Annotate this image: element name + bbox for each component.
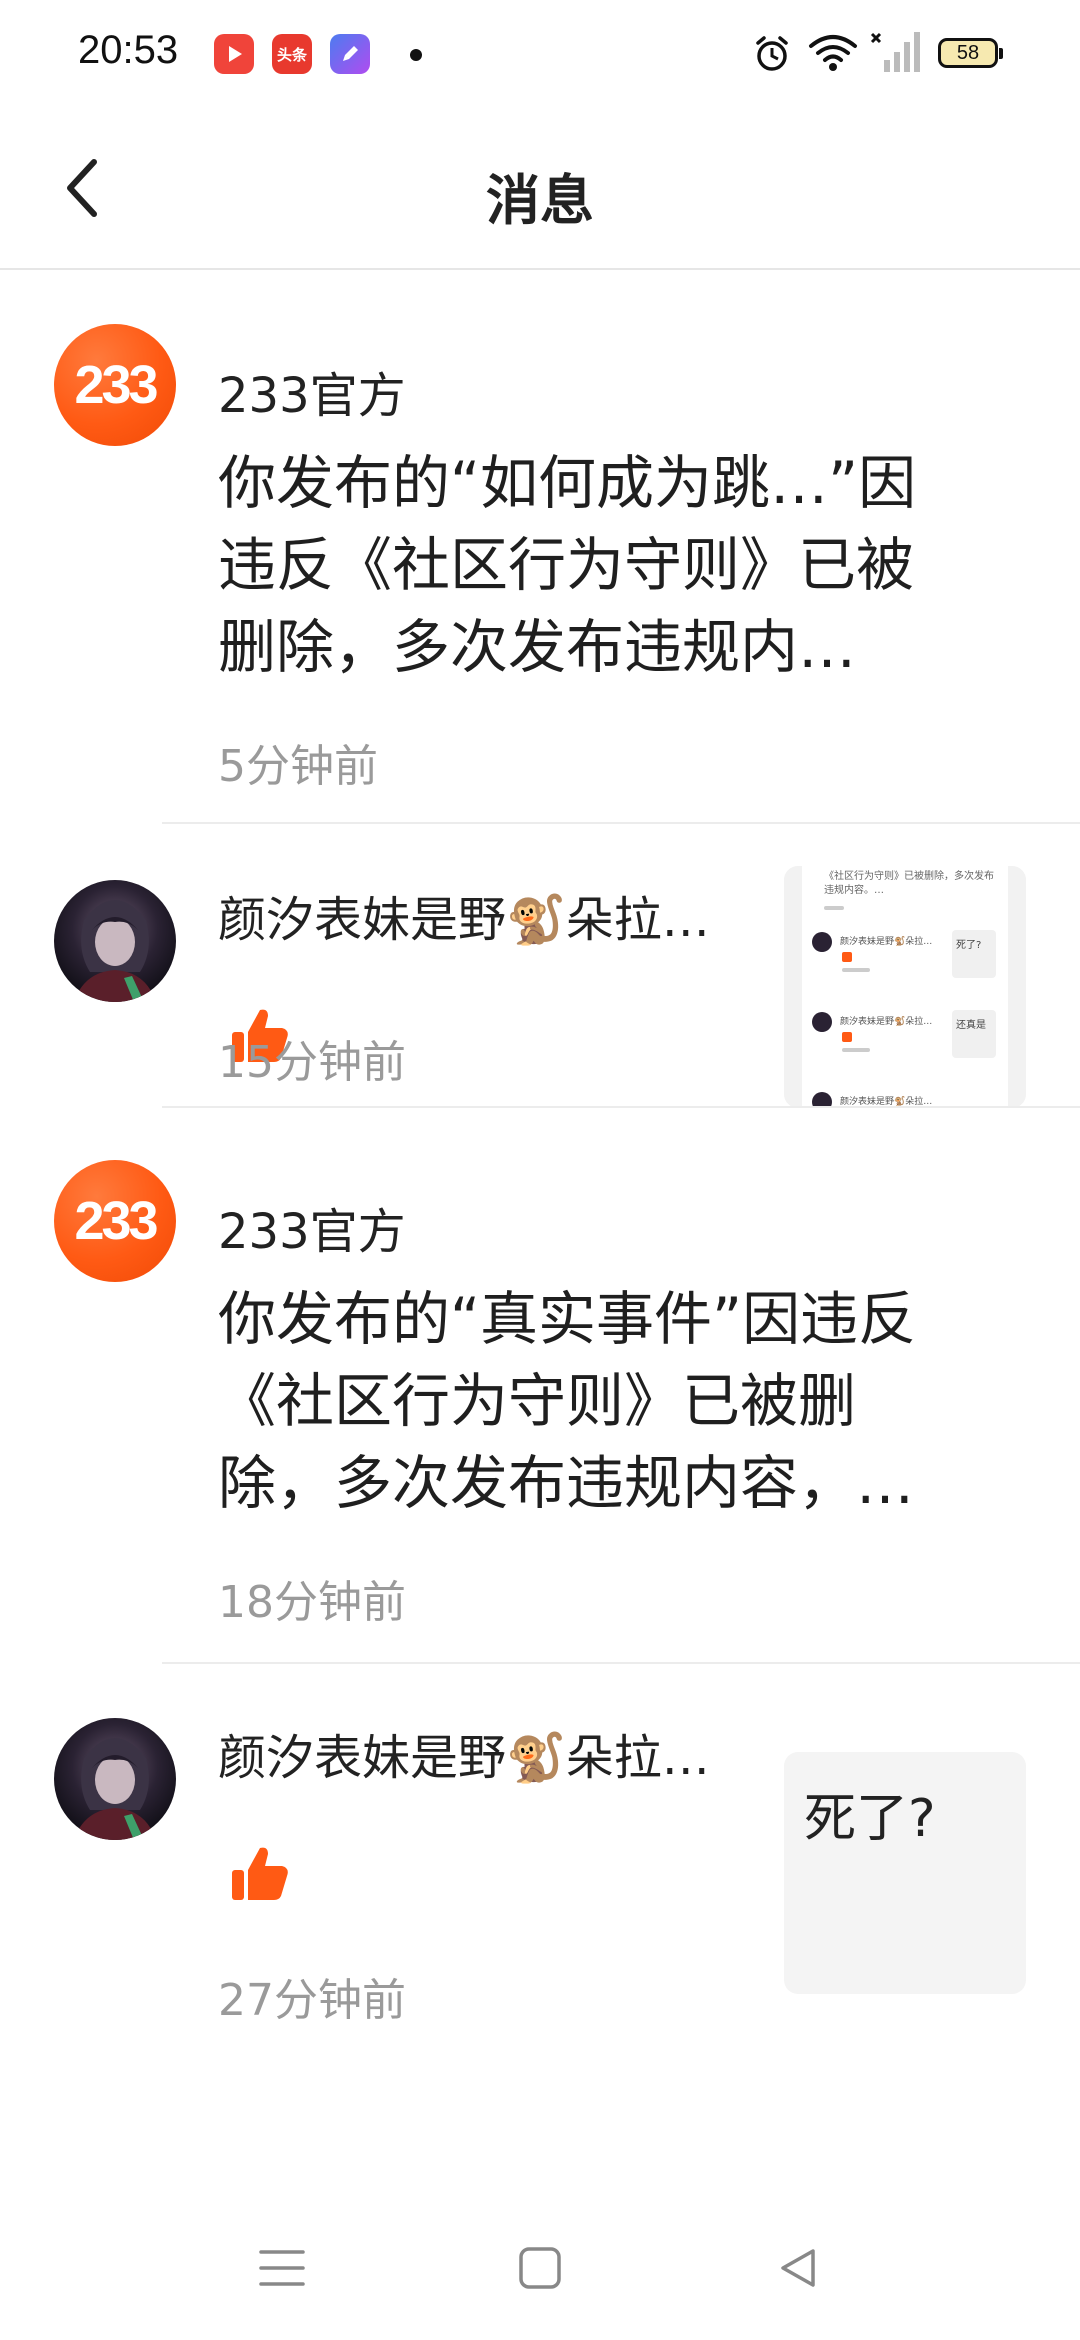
avatar[interactable] [54,1718,176,1840]
video-app-icon [214,34,254,74]
list-item[interactable]: 颜汐表妹是野🐒朵拉… 15分钟前 《社区行为守则》已被删除，多次发布违规内容。…… [0,824,1080,1108]
thumbnail-reply: 还真是 [956,1020,986,1031]
home-button[interactable] [500,2228,580,2308]
thumbnail-item: 颜汐表妹是野🐒朵拉… [840,1017,933,1027]
status-bar: 20:53 头条 58 [0,0,1080,108]
menu-button[interactable] [242,2228,322,2308]
menu-icon [259,2250,305,2286]
header: 消息 [0,108,1080,270]
avatar[interactable]: 233 [54,1160,176,1282]
list-item[interactable]: 颜汐表妹是野🐒朵拉… 27分钟前 死了? [0,1664,1080,2044]
thumbs-up-icon [232,1847,288,1900]
list-item[interactable]: 233 233官方 你发布的“如何成为跳…”因违反《社区行为守则》已被删除，多次… [0,270,1080,824]
thumbnail-item: 颜汐表妹是野🐒朵拉… [840,937,933,947]
wifi-icon [809,35,857,71]
thumbnail-reply: 死了? [956,940,982,951]
reply-preview-text: 死了? [804,1789,936,1849]
message-time: 18分钟前 [218,1577,406,1628]
thumbnail-title: 《社区行为守则》已被删除，多次发布违规内容。… [824,871,994,896]
sender-name: 颜汐表妹是野🐒朵拉… [218,1730,710,1786]
notification-dot [410,49,422,61]
pen-app-icon [330,34,370,74]
avatar[interactable]: 233 [54,324,176,446]
status-time: 20:53 [78,28,179,72]
system-nav-bar [0,2200,1080,2340]
list-item[interactable]: 233 233官方 你发布的“真实事件”因违反《社区行为守则》已被删除，多次发布… [0,1108,1080,1664]
sender-name: 233官方 [218,368,406,424]
message-time: 5分钟前 [218,741,378,792]
page-title: 消息 [486,169,594,232]
message-time: 15分钟前 [218,1037,406,1088]
sender-name: 233官方 [218,1204,406,1260]
avatar[interactable] [54,880,176,1002]
message-content: 你发布的“真实事件”因违反《社区行为守则》已被删除，多次发布违规内容，… [218,1285,917,1517]
back-triangle-icon [781,2249,815,2287]
home-icon [519,2247,561,2289]
signal-icon [870,32,920,72]
alarm-icon [756,36,788,71]
battery-indicator: 58 [938,38,1003,68]
sender-name: 颜汐表妹是野🐒朵拉… [218,892,710,948]
back-nav-button[interactable] [758,2228,838,2308]
toutiao-app-icon: 头条 [272,34,312,74]
thumbnail-screenshot: 《社区行为守则》已被删除，多次发布违规内容。… 颜汐表妹是野🐒朵拉… 死了? 颜… [784,866,1026,1108]
message-list: 233 233官方 你发布的“如何成为跳…”因违反《社区行为守则》已被删除，多次… [0,270,1080,2044]
message-thumbnail[interactable]: 《社区行为守则》已被删除，多次发布违规内容。… 颜汐表妹是野🐒朵拉… 死了? 颜… [784,866,1026,1108]
message-time: 27分钟前 [218,1975,406,2026]
message-content: 你发布的“如何成为跳…”因违反《社区行为守则》已被删除，多次发布违规内… [218,449,917,681]
reply-preview[interactable]: 死了? [784,1752,1026,1994]
